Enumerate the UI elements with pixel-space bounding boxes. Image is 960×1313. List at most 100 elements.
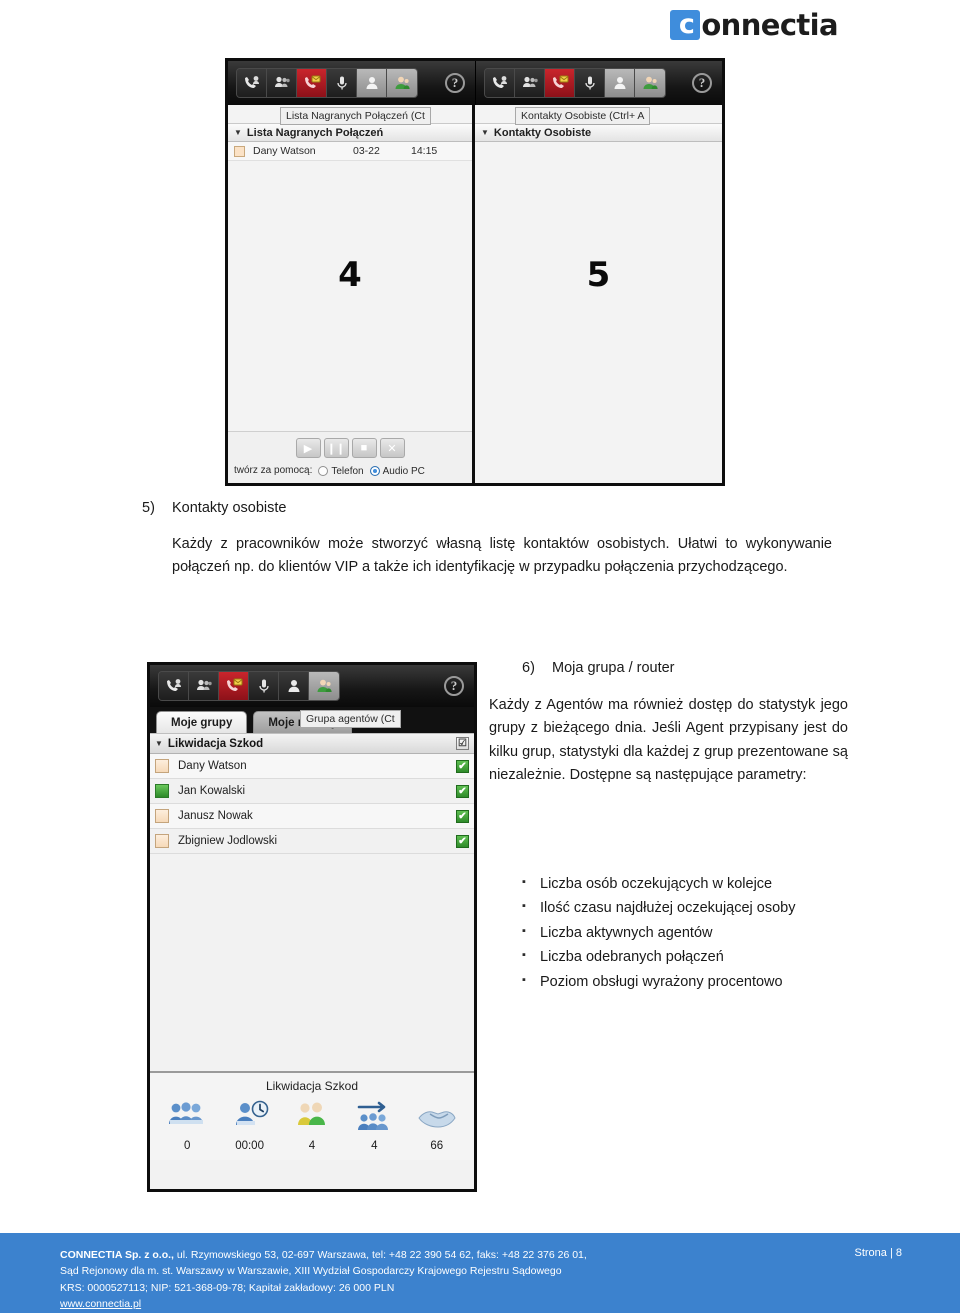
- list-item[interactable]: Jan Kowalski ✔: [150, 779, 474, 804]
- media-options-label: twórz za pomocą:: [234, 465, 313, 476]
- toolbar-button-group-2: [484, 68, 666, 98]
- section-6-title: Moja grupa / router: [552, 660, 675, 676]
- agent-checkbox[interactable]: ✔: [456, 759, 469, 773]
- table-row[interactable]: Dany Watson 03-22 14:15: [228, 142, 472, 161]
- group-statistics-panel: Likwidacja Szkod 0 00:00 4 4 66: [150, 1071, 474, 1160]
- section-5-paragraph: Każdy z pracowników może stworzyć własną…: [172, 536, 832, 576]
- bullet-text: Ilość czasu najdłużej oczekującej osoby: [540, 900, 796, 917]
- microphone-icon[interactable]: [575, 69, 605, 97]
- waiting-queue-icon: [166, 1097, 208, 1137]
- agent-name: Janusz Nowak: [178, 810, 253, 822]
- group-call-icon[interactable]: [189, 672, 219, 700]
- list-item[interactable]: Janusz Nowak ✔: [150, 804, 474, 829]
- group-call-icon[interactable]: [267, 69, 297, 97]
- footer-line-2: Sąd Rejonowy dla m. st. Warszawy w Warsz…: [60, 1265, 562, 1278]
- stat-active-agents: 4: [283, 1097, 341, 1152]
- toolbar-left-half: ?: [228, 61, 475, 105]
- agent-icon[interactable]: [635, 69, 665, 97]
- section-6-number: 6): [522, 660, 535, 676]
- agent-checkbox[interactable]: ✔: [456, 784, 469, 798]
- agent-icon[interactable]: [309, 672, 339, 700]
- stat-value: 66: [430, 1140, 444, 1152]
- chevron-down-icon: ▼: [481, 128, 489, 137]
- help-icon[interactable]: ?: [444, 676, 464, 696]
- section-6-paragraph: Każdy z Agentów ma również dostęp do sta…: [489, 697, 848, 784]
- voicemail-icon[interactable]: [219, 672, 249, 700]
- presence-indicator: [155, 784, 169, 798]
- list-item: ▪ Ilość czasu najdłużej oczekującej osob…: [522, 897, 852, 920]
- call-contact-name: Dany Watson: [253, 145, 316, 157]
- help-icon[interactable]: ?: [692, 73, 712, 93]
- recorded-calls-header-label: Lista Nagranych Połączeń: [246, 126, 384, 139]
- voicemail-icon[interactable]: [545, 69, 575, 97]
- microphone-icon[interactable]: [249, 672, 279, 700]
- radio-audio-pc[interactable]: Audio PC: [369, 464, 425, 477]
- stat-value: 4: [371, 1140, 378, 1152]
- callout-number-5: 5: [586, 255, 611, 295]
- agent-checkbox[interactable]: ✔: [456, 809, 469, 823]
- call-date: 03-22: [353, 145, 380, 157]
- incoming-call-icon[interactable]: [237, 69, 267, 97]
- stat-value: 00:00: [235, 1140, 264, 1152]
- logo-wordmark: onnectia: [701, 7, 838, 42]
- play-button[interactable]: ▶: [295, 438, 321, 458]
- agent-name: Zbigniew Jodlowski: [178, 835, 278, 847]
- bullet-marker: ▪: [522, 973, 526, 986]
- agent-group-tooltip: Grupa agentów (Ct: [300, 710, 401, 728]
- presence-indicator: [155, 759, 169, 773]
- top-panes: Lista Nagranych Połączeń (Ct ▼ Lista Nag…: [228, 105, 722, 483]
- close-button[interactable]: ✕: [379, 438, 405, 458]
- active-agents-icon: [291, 1097, 333, 1137]
- incoming-call-icon[interactable]: [159, 672, 189, 700]
- recorded-calls-pane: Lista Nagranych Połączeń (Ct ▼ Lista Nag…: [228, 105, 475, 483]
- recorded-calls-header[interactable]: ▼ Lista Nagranych Połączeń: [228, 123, 472, 142]
- recorded-calls-tooltip: Lista Nagranych Połączeń (Ct: [280, 107, 431, 125]
- section-5-number: 5): [142, 500, 155, 516]
- statistics-items: 0 00:00 4 4 66: [150, 1097, 474, 1152]
- incoming-call-icon[interactable]: [485, 69, 515, 97]
- pause-button[interactable]: ❙❙: [323, 438, 349, 458]
- statistics-title: Likwidacja Szkod: [265, 1079, 359, 1093]
- personal-contacts-tooltip: Kontakty Osobiste (Ctrl+ A: [515, 107, 651, 125]
- stat-waiting-queue: 0: [158, 1097, 216, 1152]
- contact-icon[interactable]: [605, 69, 635, 97]
- list-item[interactable]: Dany Watson ✔: [150, 754, 474, 779]
- toolbar-right-half: ?: [475, 61, 722, 105]
- toolbar-button-group-3: [158, 671, 340, 701]
- page-footer: CONNECTIA Sp. z o.o., ul. Rzymowskiego 5…: [0, 1233, 960, 1313]
- contact-icon[interactable]: [279, 672, 309, 700]
- group-call-icon[interactable]: [515, 69, 545, 97]
- page-number: Strona | 8: [854, 1247, 903, 1259]
- bullet-marker: ▪: [522, 949, 526, 962]
- radio-telefon-dot: [318, 466, 329, 476]
- agent-icon[interactable]: [387, 69, 417, 97]
- footer-company-address: ul. Rzymowskiego 53, 02-697 Warszawa, te…: [173, 1249, 587, 1261]
- footer-company-details: CONNECTIA Sp. z o.o., ul. Rzymowskiego 5…: [60, 1247, 587, 1312]
- help-icon[interactable]: ?: [445, 73, 465, 93]
- personal-contacts-header[interactable]: ▼ Kontakty Osobiste: [475, 123, 722, 142]
- footer-website-link[interactable]: www.connectia.pl: [60, 1298, 141, 1310]
- agent-checkbox[interactable]: ✔: [456, 834, 469, 848]
- tab-moje-grupy[interactable]: Moje grupy: [156, 711, 248, 733]
- logo-mark-icon: c: [670, 10, 701, 40]
- agent-name: Dany Watson: [178, 760, 247, 772]
- group-select-checkbox[interactable]: ☑: [456, 737, 469, 750]
- personal-contacts-header-label: Kontakty Osobiste: [493, 126, 592, 139]
- group-header[interactable]: ▼ Likwidacja Szkod ☑: [150, 733, 474, 754]
- radio-audio-pc-label: Audio PC: [382, 466, 425, 477]
- presence-indicator: [155, 809, 169, 823]
- bottom-toolbar-row: ?: [150, 665, 474, 707]
- footer-line-1: CONNECTIA Sp. z o.o., ul. Rzymowskiego 5…: [60, 1247, 587, 1263]
- chevron-down-icon: ▼: [234, 128, 242, 137]
- contact-icon[interactable]: [357, 69, 387, 97]
- radio-telefon[interactable]: Telefon: [318, 464, 364, 477]
- section-5-title: Kontakty osobiste: [172, 500, 287, 516]
- list-item[interactable]: Zbigniew Jodlowski ✔: [150, 829, 474, 854]
- bullet-text: Liczba odebranych połączeń: [540, 949, 724, 966]
- answered-calls-icon: [353, 1097, 395, 1137]
- list-item: ▪ Poziom obsługi wyrażony procentowo: [522, 971, 852, 994]
- voicemail-icon[interactable]: [297, 69, 327, 97]
- microphone-icon[interactable]: [327, 69, 357, 97]
- stop-button[interactable]: ■: [351, 438, 377, 458]
- stat-answered-calls: 4: [345, 1097, 403, 1152]
